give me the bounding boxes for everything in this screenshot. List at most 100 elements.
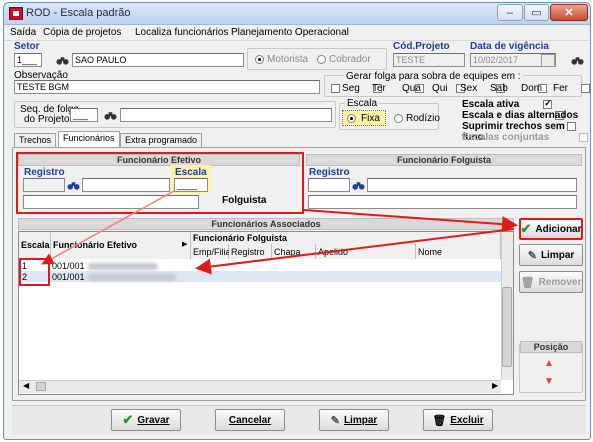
escala-ativa-label: Escala ativa [462, 99, 520, 110]
calendar-icon[interactable] [541, 54, 555, 67]
seq-folga-label-2: do Projeto [24, 114, 70, 125]
binoculars-icon[interactable] [570, 54, 584, 67]
fixa-radio[interactable] [347, 114, 356, 123]
gerar-folga-label: Gerar folga para sobra de equipes em : [344, 71, 523, 82]
check-icon: ✔ [520, 221, 532, 236]
scroll-left-icon[interactable]: ◀ [23, 381, 29, 390]
move-down-icon[interactable]: ▼ [544, 376, 554, 387]
col-escala[interactable]: Escala [19, 232, 51, 259]
folguista-nome-field [367, 178, 577, 192]
scroll-right-icon[interactable]: ▶ [492, 381, 498, 390]
limpar-side-label: Limpar [540, 249, 575, 261]
seq-folga-input[interactable]: ___ [70, 108, 98, 122]
setor-name-field: SAO PAULO [72, 53, 244, 67]
excluir-button[interactable]: 🗑 Excluir [423, 409, 493, 431]
sex-label: Sex [460, 83, 478, 94]
sab-label: Sab [490, 83, 508, 94]
seq-folga-desc-field [120, 108, 332, 122]
close-button[interactable]: ✕ [550, 4, 588, 21]
data-vigencia-label: Data de vigência [470, 41, 549, 52]
move-up-icon[interactable]: ▲ [544, 358, 554, 369]
associados-header: Funcionários Associados [18, 218, 514, 230]
setor-label: Setor [14, 41, 40, 52]
vertical-scroll-thumb[interactable] [502, 287, 512, 367]
escalas-conjuntas-label: Escalas conjuntas [462, 132, 550, 143]
dom-checkbox[interactable] [580, 84, 590, 93]
eraser-icon: ✎ [527, 249, 537, 262]
rodizio-radio[interactable] [394, 114, 403, 123]
highlight-box [16, 152, 304, 214]
col-apelido[interactable]: Apelido [316, 244, 416, 259]
col-arrow-icon: ▶ [182, 241, 188, 248]
tab-funcionarios-label: Funcionários [63, 133, 115, 143]
motorista-radio[interactable] [255, 55, 264, 64]
limpar-side-button[interactable]: ✎ Limpar [519, 244, 583, 266]
limpar-button[interactable]: ✎ Limpar [319, 409, 389, 431]
horizontal-scroll-thumb[interactable] [36, 382, 46, 391]
horizontal-scrollbar[interactable] [19, 380, 501, 393]
bottom-bar [12, 405, 586, 435]
eraser-icon: ✎ [330, 414, 340, 427]
folguista-header: Funcionário Folguista [306, 154, 582, 166]
highlight-box [19, 258, 50, 286]
tab-trechos[interactable]: Trechos [14, 133, 57, 147]
tab-extra-programado[interactable]: Extra programado [120, 133, 203, 147]
menu-copia-projetos[interactable]: Cópia de projetos [43, 27, 121, 38]
check-icon: ✔ [122, 412, 134, 427]
tab-trechos-label: Trechos [19, 135, 52, 145]
main-window: ROD - Escala padrão – ▭ ✕ Saída Cópia de… [3, 2, 591, 440]
cancelar-button[interactable]: Cancelar [215, 409, 285, 431]
escala-ativa-checkbox[interactable] [543, 98, 553, 109]
col-emp-filial[interactable]: Emp/Filial [191, 244, 233, 259]
menu-saida[interactable]: Saída [10, 27, 36, 38]
folguista-extra-field [308, 195, 577, 209]
remover-label: Remover [538, 276, 582, 288]
row-efetivo: 001/001 [52, 261, 85, 271]
fer-label: Fer [553, 83, 568, 94]
binoculars-icon[interactable] [103, 109, 117, 122]
minimize-button[interactable]: – [497, 4, 523, 21]
cod-projeto-field: TESTE [393, 53, 465, 67]
cobrador-radio[interactable] [317, 55, 326, 64]
title-bar: ROD - Escala padrão – ▭ ✕ [4, 3, 590, 25]
redacted-name [88, 263, 158, 270]
binoculars-icon[interactable] [55, 54, 69, 67]
fixa-label: Fixa [361, 113, 380, 124]
escala-dias-alternados-label: Escala e dias alternados [462, 110, 579, 121]
trash-icon: 🗑 [432, 414, 447, 427]
cancelar-label: Cancelar [228, 414, 272, 426]
escala-group-label: Escala [345, 98, 380, 109]
cod-projeto-label: Cód.Projeto [393, 41, 450, 52]
setor-code-input[interactable]: 1___ [14, 53, 42, 67]
excluir-label: Excluir [450, 414, 484, 426]
folguista-registro-input[interactable] [308, 178, 350, 192]
posicao-label: Posição [520, 341, 582, 353]
redacted-name [88, 274, 176, 281]
gravar-button[interactable]: ✔ Gravar [111, 409, 181, 431]
col-efetivo[interactable]: Funcionário Efetivo [51, 232, 191, 259]
app-icon [9, 7, 23, 20]
col-chapa[interactable]: Chapa [272, 244, 316, 259]
tab-extra-programado-label: Extra programado [125, 135, 198, 145]
ter-label: Ter [372, 83, 386, 94]
observacao-input[interactable]: TESTE BGM [14, 80, 320, 94]
seg-checkbox[interactable] [331, 84, 340, 93]
binoculars-icon[interactable] [351, 179, 365, 192]
row-efetivo: 001/001 [52, 272, 85, 282]
maximize-button[interactable]: ▭ [524, 4, 549, 21]
tab-funcionarios[interactable]: Funcionários [58, 131, 120, 147]
escalas-conjuntas-checkbox [578, 133, 588, 142]
gravar-label: Gravar [137, 414, 170, 426]
cobrador-label: Cobrador [329, 54, 371, 65]
col-nome[interactable]: Nome [416, 244, 501, 259]
qua-label: Qua [402, 83, 421, 94]
menu-planejamento-operacional[interactable]: Planejamento Operacional [231, 27, 349, 38]
adicionar-button[interactable]: ✔ Adicionar [519, 218, 583, 240]
menu-bar: Saída Cópia de projetos Localiza funcion… [4, 25, 590, 41]
col-registro[interactable]: Registro [229, 244, 272, 259]
menu-localiza-funcionarios[interactable]: Localiza funcionários [135, 27, 228, 38]
col-folguista[interactable]: Funcionário Folguista [191, 232, 501, 244]
limpar-label: Limpar [343, 414, 378, 426]
motorista-label: Motorista [267, 54, 309, 65]
seg-label: Seg [342, 83, 360, 94]
